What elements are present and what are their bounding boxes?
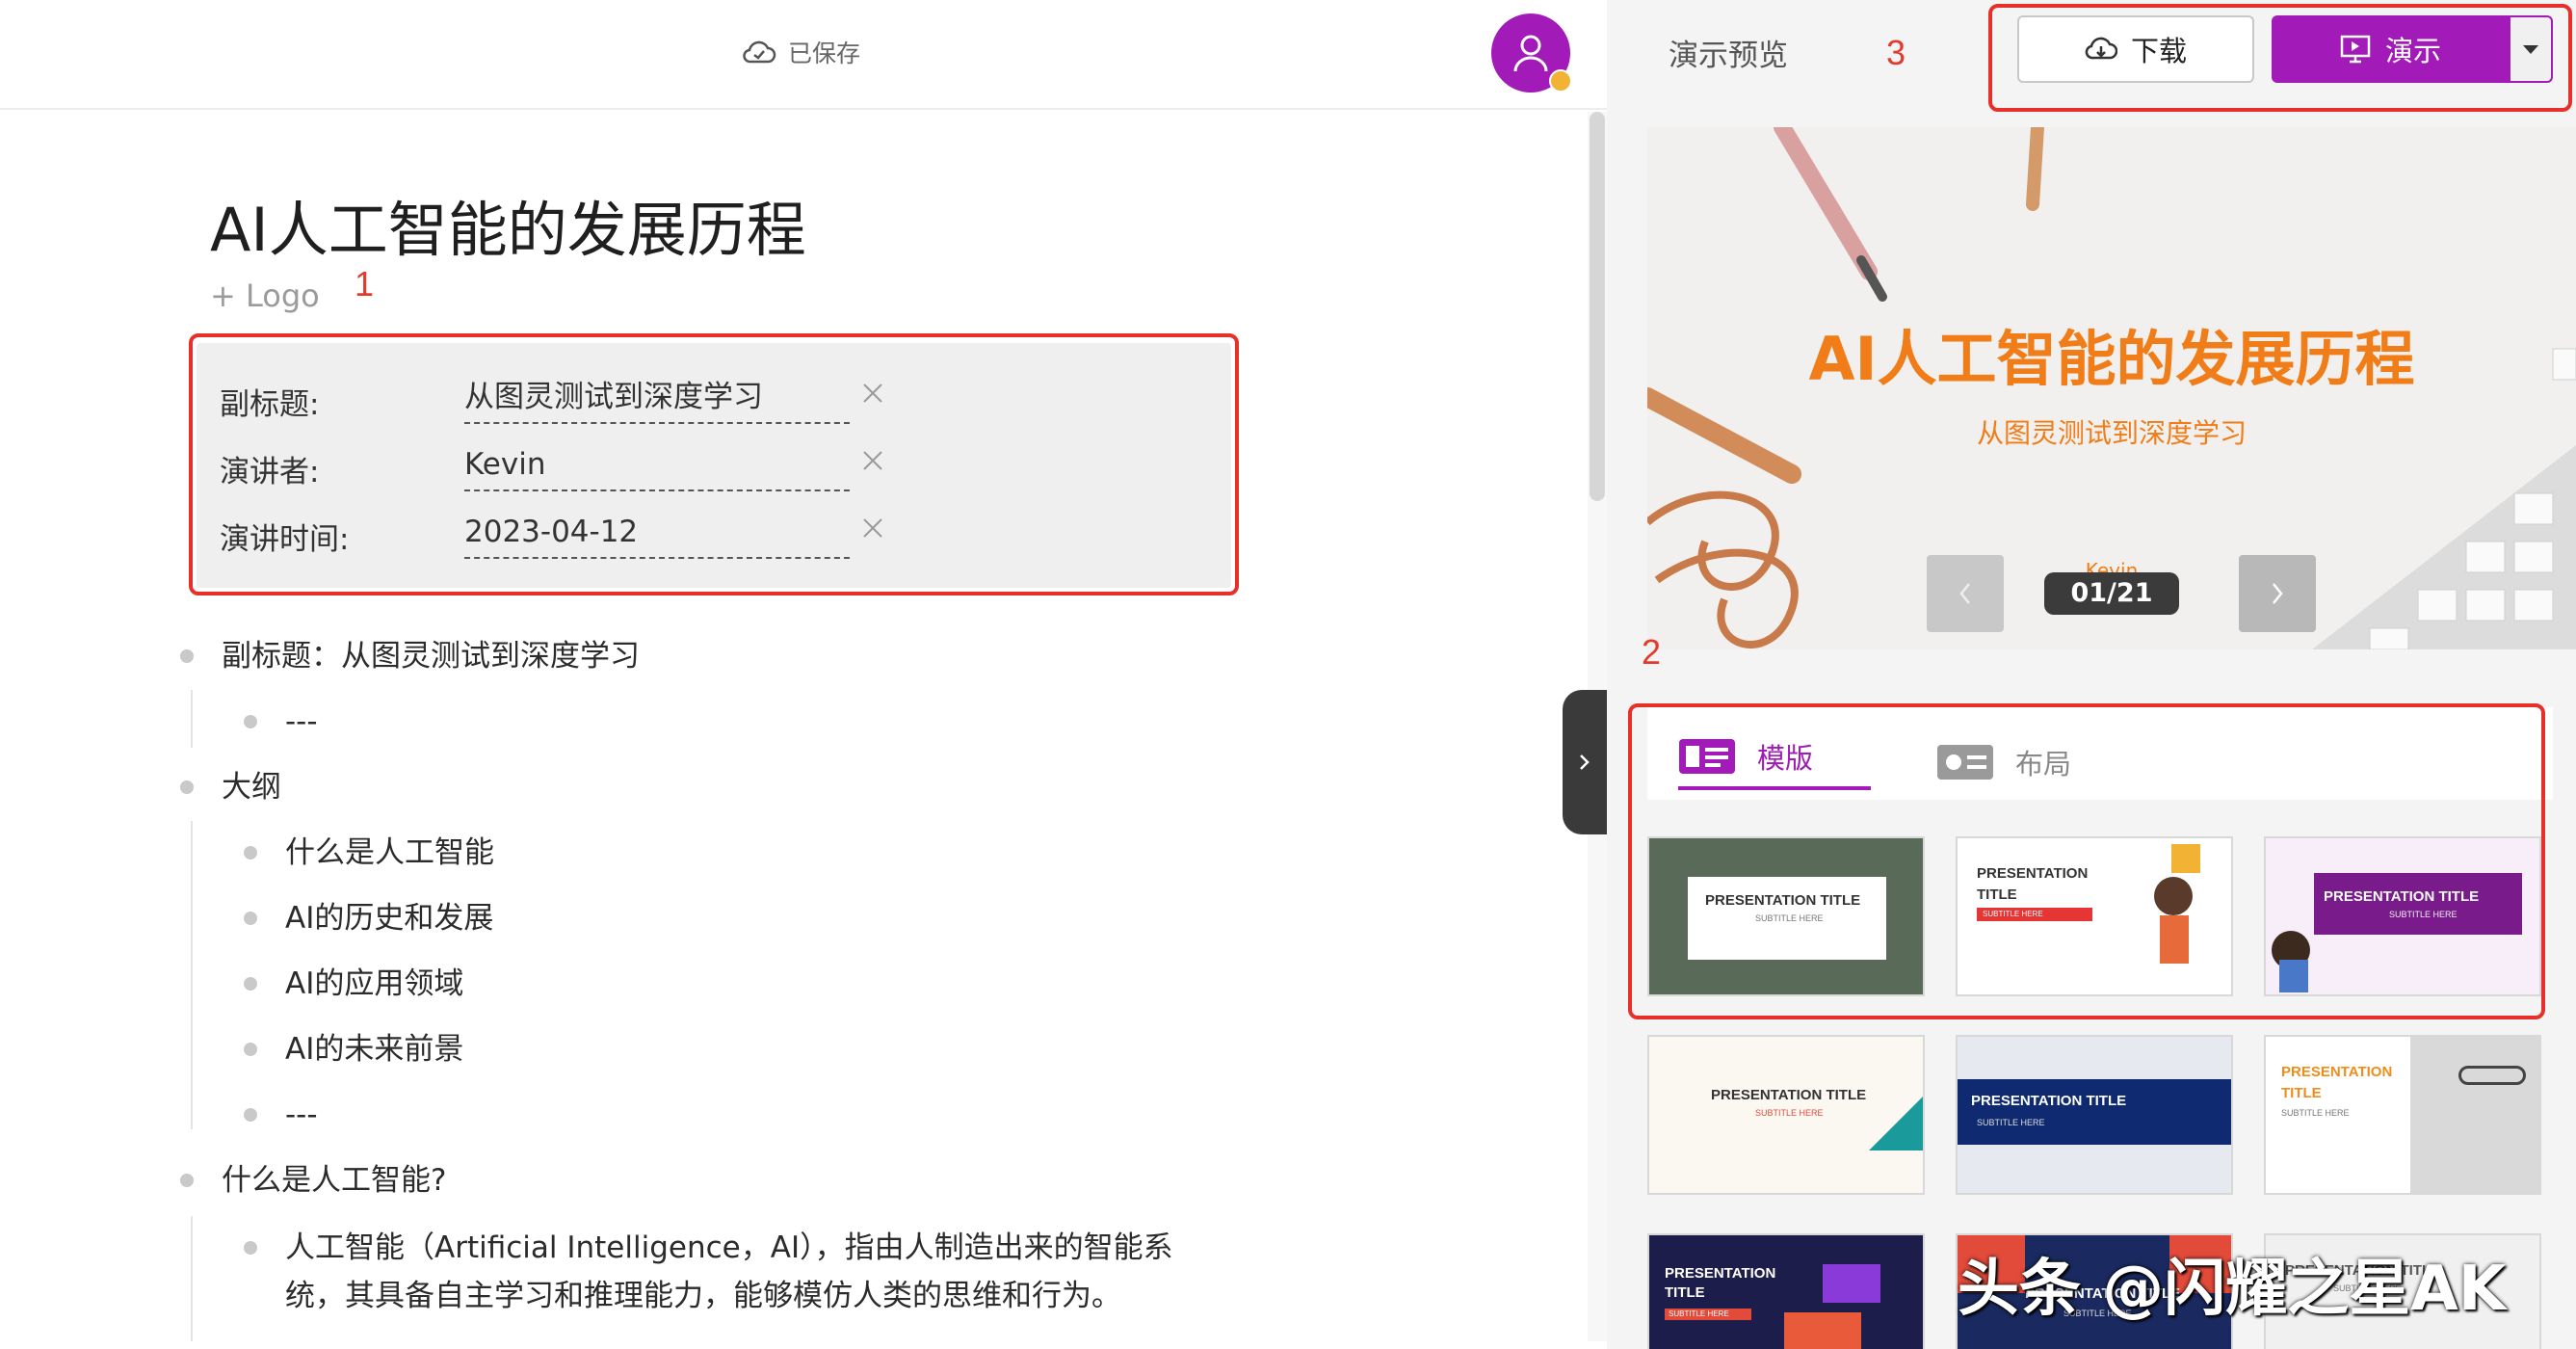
template-subtitle: SUBTITLE HERE (1755, 1108, 1824, 1118)
outline-bullet[interactable] (180, 649, 194, 663)
collapse-panel-handle[interactable] (1563, 690, 1607, 834)
outline-bullet[interactable] (244, 1043, 257, 1056)
template-title: PRESENTATION TITLE (1665, 1265, 1776, 1301)
outline-bullet[interactable] (244, 715, 257, 728)
chevron-left-icon (1959, 583, 1970, 604)
user-icon (1513, 35, 1548, 72)
outline-guide-line (191, 821, 193, 1129)
slide-subtitle: 从图灵测试到深度学习 (1976, 417, 2247, 449)
template-card (1958, 1079, 2231, 1145)
template-title: PRESENTATION TITLE (1711, 1087, 1867, 1103)
template-thumbnail-desk[interactable]: PRESENTATION TITLE SUBTITLE HERE (2264, 1035, 2541, 1195)
template-thumbnail-triangles[interactable]: PRESENTATION TITLE SUBTITLE HERE (1647, 1035, 1925, 1195)
outline-item-continuation[interactable]: 统，其具备自主学习和推理能力，能够模仿人类的思维和行为。 (285, 1272, 1121, 1320)
outline-guide-line (191, 1216, 193, 1349)
add-logo-button[interactable]: + Logo (210, 278, 320, 314)
annotation-box-actions (1988, 4, 2572, 112)
editor-topbar: 已保存 (0, 0, 1607, 110)
outline-bullet[interactable] (244, 1108, 257, 1122)
chevron-right-icon (2273, 583, 2283, 604)
outline-item[interactable]: AI的历史和发展 (285, 894, 493, 942)
annotation-box-meta (189, 333, 1239, 595)
annotation-marker-2: 2 (1642, 632, 1662, 672)
template-thumbnail-blue-tech[interactable]: PRESENTATION TITLE SUBTITLE HERE (1956, 1035, 2233, 1195)
template-decoration (2458, 1066, 2526, 1085)
outline-bullet[interactable] (244, 977, 257, 991)
chevron-right-icon (1580, 754, 1590, 770)
annotation-marker-1: 1 (355, 264, 375, 304)
outline-item[interactable]: 副标题：从图灵测试到深度学习 (222, 632, 640, 680)
template-decoration (1784, 1312, 1861, 1349)
template-title: PRESENTATION TITLE (2281, 1064, 2393, 1101)
outline-bullet[interactable] (244, 846, 257, 860)
annotation-box-templates (1628, 703, 2545, 1019)
editor-pane: 已保存 AI人工智能的发展历程 + Logo 副标题: 从图灵测试到深度学习 演… (0, 0, 1607, 1349)
annotation-marker-3: 3 (1886, 33, 1906, 72)
editor-bottom-edge (0, 1341, 1607, 1349)
outline-item[interactable]: 大纲 (222, 763, 281, 811)
preview-label: 演示预览 (1669, 39, 1788, 73)
template-subtitle: SUBTITLE HERE (1977, 1118, 2045, 1127)
save-status: 已保存 (742, 35, 860, 69)
outline-bullet[interactable] (180, 1174, 194, 1187)
watermark: 头条 @闪耀之星AK (1958, 1254, 2507, 1325)
outline-bullet[interactable] (244, 1241, 257, 1255)
outline-bullet[interactable] (244, 912, 257, 925)
template-subtitle: SUBTITLE HERE (1669, 1309, 1729, 1318)
outline-item[interactable]: --- (285, 1091, 318, 1139)
outline-item[interactable]: AI的应用领域 (285, 960, 463, 1008)
user-avatar[interactable] (1491, 13, 1572, 93)
preview-panel: 演示预览 下载 演示 AI人工智能的发展历程 从图灵测试到深度学习 Kevin … (1607, 0, 2576, 1349)
outline-item[interactable]: 什么是人工智能? (222, 1156, 446, 1204)
save-status-text: 已保存 (788, 40, 861, 67)
previous-slide-button[interactable] (1927, 555, 2004, 632)
template-decoration (1823, 1264, 1880, 1303)
outline-item[interactable]: AI的未来前景 (285, 1025, 463, 1073)
slide-preview[interactable]: AI人工智能的发展历程 从图灵测试到深度学习 Kevin 01/21 (1647, 127, 2576, 649)
outline-guide-line (191, 690, 193, 748)
outline-bullet[interactable] (180, 780, 194, 794)
slide-counter: 01/21 (2044, 572, 2179, 615)
document-title[interactable]: AI人工智能的发展历程 (210, 181, 806, 268)
outline-item[interactable]: 什么是人工智能 (285, 829, 494, 877)
template-thumbnail-isometric[interactable]: PRESENTATION TITLE SUBTITLE HERE (1647, 1233, 1925, 1349)
template-decoration (1869, 1097, 1923, 1151)
slide-title: AI人工智能的发展历程 (1808, 324, 2415, 394)
template-decoration (2410, 1037, 2539, 1193)
template-title: PRESENTATION TITLE (1971, 1093, 2127, 1109)
vip-badge-icon (1549, 69, 1572, 93)
template-subtitle: SUBTITLE HERE (2281, 1108, 2350, 1118)
outline-item[interactable]: 人工智能（Artificial Intelligence，AI），指由人制造出来… (285, 1224, 1173, 1272)
outline-item[interactable]: --- (285, 698, 318, 746)
editor-scroll-thumb[interactable] (1590, 112, 1605, 501)
cloud-check-icon (743, 40, 776, 64)
next-slide-button[interactable] (2239, 555, 2316, 632)
